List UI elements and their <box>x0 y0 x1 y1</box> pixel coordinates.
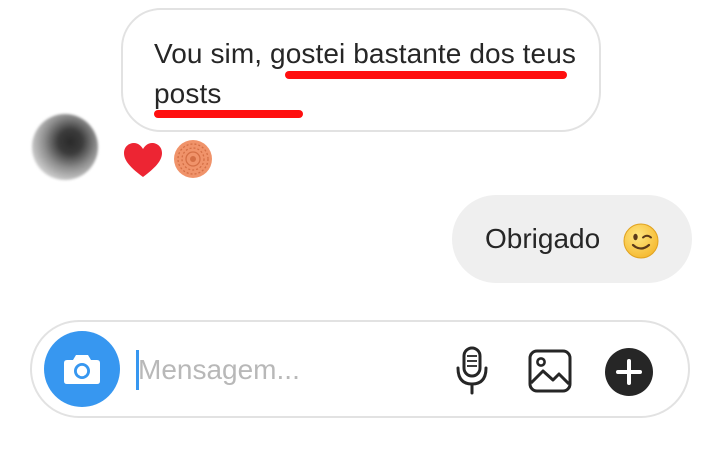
image-icon <box>528 349 572 393</box>
sticker-icon[interactable] <box>173 139 213 179</box>
incoming-message-text: Vou sim, gostei bastante dos teus posts <box>154 38 577 109</box>
plus-icon <box>605 348 653 396</box>
camera-icon <box>64 355 100 384</box>
gallery-button[interactable] <box>526 347 574 395</box>
outgoing-message-text: Obrigado <box>485 223 601 254</box>
sender-avatar[interactable] <box>32 114 98 180</box>
heart-icon[interactable] <box>122 141 164 179</box>
voice-message-button[interactable] <box>448 345 496 397</box>
incoming-message-bubble[interactable]: Vou sim, gostei bastante dos teus posts <box>121 8 601 132</box>
microphone-icon <box>456 346 488 395</box>
camera-button[interactable] <box>44 331 120 407</box>
outgoing-message-bubble[interactable]: Obrigado <box>452 195 692 283</box>
message-input[interactable] <box>138 344 428 396</box>
message-composer <box>30 320 690 418</box>
add-more-button[interactable] <box>604 347 654 397</box>
winking-face-icon <box>623 223 659 259</box>
direct-message-screen: Vou sim, gostei bastante dos teus posts … <box>0 0 720 449</box>
